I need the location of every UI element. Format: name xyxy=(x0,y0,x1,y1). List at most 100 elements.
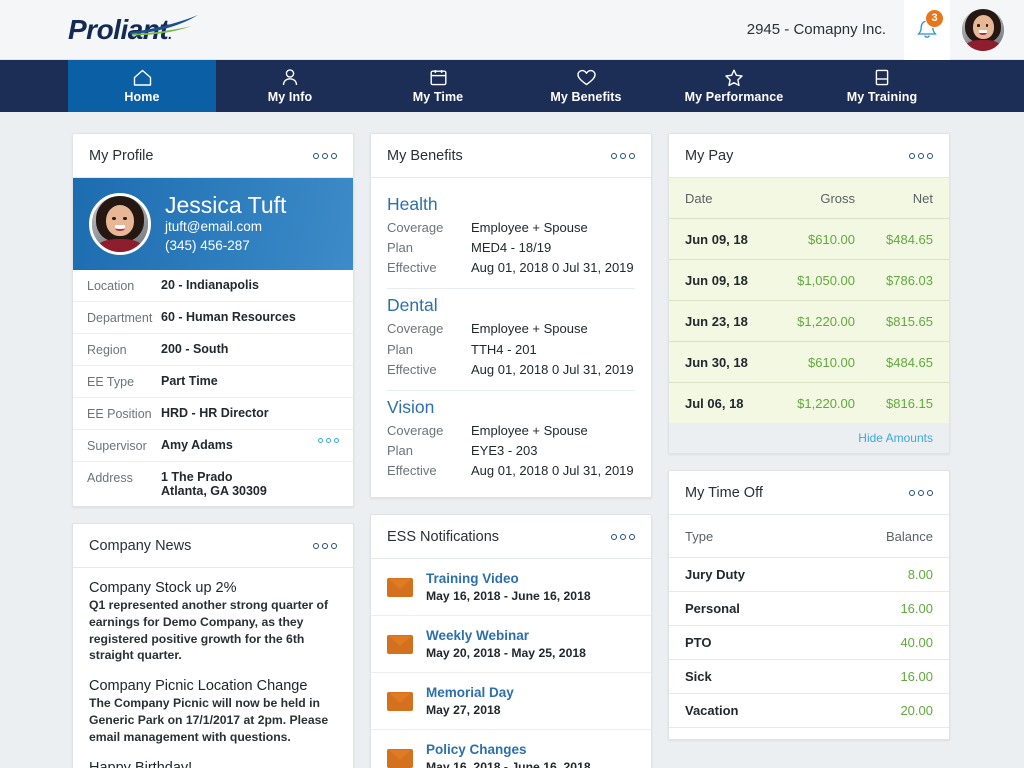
timeoff-balance: 16.00 xyxy=(900,601,933,616)
profile-field-label: Department xyxy=(87,311,153,325)
profile-email: jtuft@email.com xyxy=(165,219,262,235)
hide-amounts-link[interactable]: Hide Amounts xyxy=(669,423,949,453)
notification-item[interactable]: Policy Changes May 16, 2018 - June 16, 2… xyxy=(371,730,651,768)
benefit-row: Effective Aug 01, 2018 0 Jul 31, 2019 xyxy=(387,360,635,380)
profile-field-value: 60 - Human Resources xyxy=(161,310,296,324)
notification-item[interactable]: Memorial Day May 27, 2018 xyxy=(371,673,651,731)
card-my-pay: My Pay Date Gross Net Jun 09, 18 $610.00… xyxy=(668,133,950,454)
benefit-row: Plan TTH4 - 201 xyxy=(387,340,635,360)
nav-label-my-training: My Training xyxy=(846,90,918,104)
benefit-group-title: Dental xyxy=(387,295,438,316)
table-row[interactable]: Jury Duty 8.00 xyxy=(669,557,949,591)
table-row[interactable]: Vacation 20.00 xyxy=(669,693,949,727)
timeoff-column-balance: Balance xyxy=(886,528,933,544)
news-headline: Happy Birthday! xyxy=(89,759,193,768)
profile-field-value: 1 The Prado Atlanta, GA 30309 xyxy=(161,470,267,498)
person-icon xyxy=(280,68,300,87)
nav-item-my-time[interactable]: My Time xyxy=(364,60,512,112)
news-list: Company Stock up 2% Q1 represented anoth… xyxy=(73,568,353,768)
notification-title[interactable]: Training Video xyxy=(426,570,591,588)
nav-item-my-training[interactable]: My Training xyxy=(808,60,956,112)
notifications-bell-button[interactable]: 3 xyxy=(904,0,950,60)
notification-dates: May 20, 2018 - May 25, 2018 xyxy=(426,645,586,660)
envelope-icon xyxy=(387,748,413,768)
benefit-label: Plan xyxy=(387,240,414,256)
profile-field-label: Supervisor xyxy=(87,439,147,453)
profile-field-label: EE Type xyxy=(87,375,135,389)
nav-item-my-info[interactable]: My Info xyxy=(216,60,364,112)
table-row[interactable]: PTO 40.00 xyxy=(669,625,949,659)
notification-item[interactable]: Training Video May 16, 2018 - June 16, 2… xyxy=(371,559,651,617)
pay-net: $484.65 xyxy=(886,354,933,370)
timeoff-type: PTO xyxy=(685,635,712,650)
notification-text: Policy Changes May 16, 2018 - June 16, 2… xyxy=(426,741,591,768)
table-row[interactable]: Jun 09, 18 $610.00 $484.65 xyxy=(669,218,949,259)
card-title-my-benefits: My Benefits xyxy=(387,147,463,164)
benefit-label: Effective xyxy=(387,260,437,276)
card-title-my-time-off: My Time Off xyxy=(685,484,763,501)
nav-label-my-performance: My Performance xyxy=(684,90,784,104)
notification-title[interactable]: Policy Changes xyxy=(426,741,591,759)
news-body-text: The Company Picnic will now be held in G… xyxy=(89,696,329,744)
nav-item-home[interactable]: Home xyxy=(68,60,216,112)
supervisor-menu-button[interactable] xyxy=(318,438,339,443)
pay-card-menu-button[interactable] xyxy=(909,152,933,159)
benefit-label: Plan xyxy=(387,341,414,357)
table-row[interactable]: Jun 09, 18 $1,050.00 $786.03 xyxy=(669,259,949,300)
benefits-card-menu-button[interactable] xyxy=(611,152,635,159)
benefit-value: MED4 - 18/19 xyxy=(471,240,552,256)
timeoff-card-menu-button[interactable] xyxy=(909,489,933,496)
card-title-ess-notifications: ESS Notifications xyxy=(387,528,500,545)
profile-avatar[interactable] xyxy=(89,193,151,255)
user-avatar[interactable] xyxy=(962,8,1004,51)
timeoff-balance: 16.00 xyxy=(900,669,933,684)
table-row[interactable]: Personal 16.00 xyxy=(669,591,949,625)
table-row[interactable]: Jun 30, 18 $610.00 $484.65 xyxy=(669,341,949,382)
profile-field-label: Region xyxy=(87,343,127,357)
card-header-my-time-off: My Time Off xyxy=(669,471,949,515)
pay-date: Jun 09, 18 xyxy=(685,272,748,288)
card-header-company-news: Company News xyxy=(73,524,353,568)
benefit-label: Coverage xyxy=(387,321,444,337)
main-navigation: Home My Info My Time My Benefits My Perf… xyxy=(0,60,1024,112)
timeoff-type: Jury Duty xyxy=(685,567,745,582)
table-row[interactable]: Sick 16.00 xyxy=(669,659,949,693)
pay-gross: $1,050.00 xyxy=(797,272,855,288)
timeoff-table: Type Balance Jury Duty 8.00 Personal 16.… xyxy=(669,515,949,739)
notifications-card-menu-button[interactable] xyxy=(611,533,635,540)
pay-gross: $610.00 xyxy=(808,231,855,247)
company-name: 2945 - Comapny Inc. xyxy=(746,21,886,38)
timeoff-balance: 20.00 xyxy=(900,703,933,718)
nav-item-my-benefits[interactable]: My Benefits xyxy=(512,60,660,112)
notification-item[interactable]: Weekly Webinar May 20, 2018 - May 25, 20… xyxy=(371,616,651,674)
timeoff-type: Personal xyxy=(685,601,740,616)
dashboard-column-2: My Benefits Health Coverage Employee + S… xyxy=(370,133,652,768)
profile-field-department: Department 60 - Human Resources xyxy=(73,302,353,334)
news-item: Happy Birthday! Cake curing lunch for Ma… xyxy=(89,760,337,768)
book-icon xyxy=(873,68,891,87)
card-header-my-pay: My Pay xyxy=(669,134,949,178)
benefit-group-health: Health Coverage Employee + Spouse Plan M… xyxy=(387,188,635,290)
profile-field-value: Amy Adams xyxy=(161,438,233,452)
card-title-my-profile: My Profile xyxy=(89,147,154,164)
pay-column-net: Net xyxy=(912,190,933,206)
profile-avatar-photo xyxy=(92,196,148,252)
profile-field-label: EE Position xyxy=(87,407,152,421)
app-header: Proliant. 2945 - Comapny Inc. 3 xyxy=(0,0,1024,60)
profile-card-menu-button[interactable] xyxy=(313,152,337,159)
notification-title[interactable]: Memorial Day xyxy=(426,684,514,702)
card-header-my-profile: My Profile xyxy=(73,134,353,178)
table-row[interactable]: Jun 23, 18 $1,220.00 $815.65 xyxy=(669,300,949,341)
card-ess-notifications: ESS Notifications Training Video May 16,… xyxy=(370,514,652,768)
notification-title[interactable]: Weekly Webinar xyxy=(426,627,586,645)
pay-date: Jun 09, 18 xyxy=(685,231,748,247)
nav-item-my-performance[interactable]: My Performance xyxy=(660,60,808,112)
table-row[interactable]: Jul 06, 18 $1,220.00 $816.15 xyxy=(669,382,949,423)
benefit-group-title: Vision xyxy=(387,396,435,417)
news-card-menu-button[interactable] xyxy=(313,542,337,549)
benefit-value: EYE3 - 203 xyxy=(471,442,538,458)
card-company-news: Company News Company Stock up 2% Q1 repr… xyxy=(72,523,354,768)
benefit-row: Coverage Employee + Spouse xyxy=(387,421,635,441)
logo[interactable]: Proliant. xyxy=(68,15,198,44)
card-title-company-news: Company News xyxy=(89,537,192,554)
